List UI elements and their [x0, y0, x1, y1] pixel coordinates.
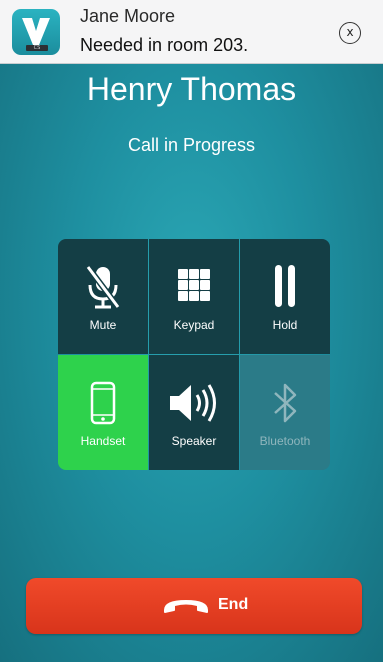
keypad-button[interactable]: Keypad — [149, 239, 239, 354]
notification-sender: Jane Moore — [80, 6, 176, 26]
hold-label: Hold — [272, 318, 298, 332]
phone-handset-icon — [58, 379, 148, 427]
speaker-button[interactable]: Speaker — [149, 355, 239, 470]
mic-muted-icon — [58, 263, 148, 311]
app-icon-badge: CS — [26, 45, 48, 51]
bluetooth-label: Bluetooth — [259, 434, 311, 448]
mute-button[interactable]: Mute — [58, 239, 148, 354]
caller-name: Henry Thomas — [86, 71, 297, 107]
notification-message: Needed in room 203. — [80, 35, 249, 55]
bluetooth-icon — [240, 379, 330, 427]
notification-banner[interactable]: CS Jane Moore Needed in room 203. x — [0, 0, 383, 64]
close-notification-button[interactable]: x — [339, 22, 361, 44]
hold-button[interactable]: Hold — [240, 239, 330, 354]
hang-up-icon — [164, 600, 208, 613]
speaker-icon — [149, 379, 239, 427]
handset-label: Handset — [80, 434, 126, 448]
keypad-icon — [149, 263, 239, 311]
handset-button[interactable]: Handset — [58, 355, 148, 470]
call-controls-grid: Mute Keypad Hold Handset Speaker Bluetoo… — [58, 239, 330, 470]
end-label: End — [218, 596, 249, 613]
speaker-label: Speaker — [171, 434, 217, 448]
pause-icon — [240, 263, 330, 311]
vocera-app-icon: CS — [12, 9, 60, 55]
bluetooth-button[interactable]: Bluetooth — [240, 355, 330, 470]
end-call-button[interactable]: End — [26, 578, 362, 634]
keypad-label: Keypad — [173, 318, 215, 332]
call-status: Call in Progress — [127, 135, 256, 155]
mute-label: Mute — [89, 318, 117, 332]
